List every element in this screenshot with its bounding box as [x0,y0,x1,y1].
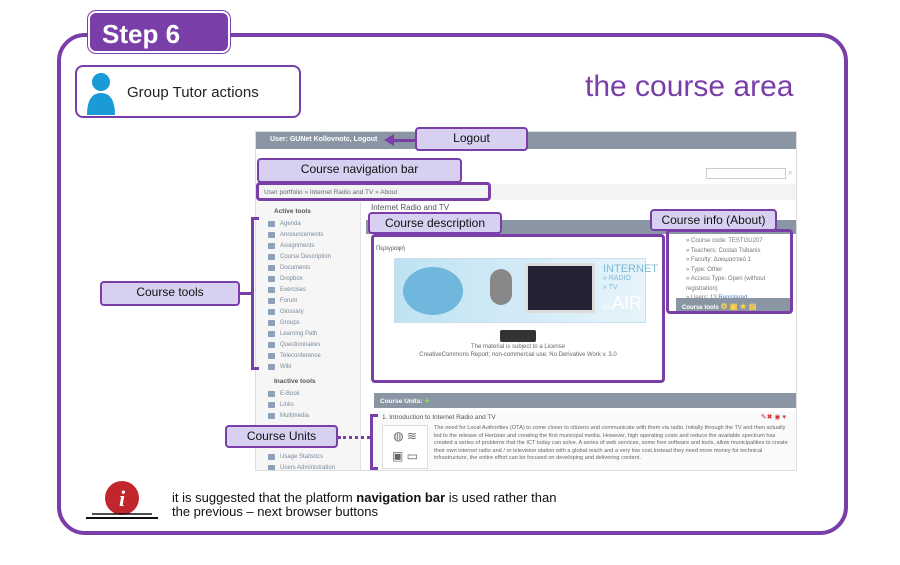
tool-icon [268,453,275,460]
sidebar-item-assignments[interactable]: Assignments [256,240,360,251]
callout-logout: Logout [415,127,528,151]
tool-icon [268,264,275,271]
sidebar-item-multimedia[interactable]: Multimedia [256,410,360,421]
callout-units: Course Units [225,425,338,448]
tool-icon [268,330,275,337]
search-icon[interactable]: ⌕ [788,168,792,178]
tip-note: it is suggested that the platform naviga… [172,490,557,519]
sidebar-item-glossary[interactable]: Glossary [256,306,360,317]
tool-icon [268,297,275,304]
sidebar-item-announcements[interactable]: Announcements [256,229,360,240]
sidebar-item-users-administration[interactable]: Users Administration [256,462,360,470]
info-icon: i [86,481,158,519]
tool-icon [268,253,275,260]
sidebar-item-documents[interactable]: Documents [256,262,360,273]
sidebar-item-dropbox[interactable]: Dropbox [256,273,360,284]
unit-media-icon: ◍ ≋ ▣ ▭ [382,425,428,469]
sidebar-item-questionnaires[interactable]: Questionnaires [256,339,360,350]
sidebar-item-groups[interactable]: Groups [256,317,360,328]
tool-icon [268,220,275,227]
callout-info: Course info (About) [650,209,777,231]
active-tools-header: Active tools [274,208,311,215]
sidebar-item-exercises[interactable]: Exercises [256,284,360,295]
tool-icon [268,390,275,397]
sidebar-item-wiki[interactable]: Wiki [256,361,360,372]
info-highlight [666,229,793,314]
svg-text:i: i [119,486,126,511]
inactive-tools-header: Inactive tools [274,378,316,385]
callout-tools: Course tools [100,281,240,306]
user-icon [87,73,115,115]
tool-icon [268,412,275,419]
sidebar-item-forum[interactable]: Forum [256,295,360,306]
tool-icon [268,308,275,315]
step-label: Step 6 [88,11,230,53]
tool-icon [268,352,275,359]
search-input[interactable] [706,168,786,179]
tools-bracket [251,217,259,370]
course-unit: 1. Introduction to Internet Radio and TV… [374,411,796,470]
slide-title: the course area [585,70,794,103]
sidebar-item-links[interactable]: Links [256,399,360,410]
course-title: Internet Radio and TV [371,203,450,212]
course-units-header: Course Units: ✚ [374,393,796,408]
logout-arrow [392,139,416,142]
tool-icon [268,231,275,238]
callout-description: Course description [368,212,502,234]
sidebar-item-e-book[interactable]: E-Book [256,388,360,399]
add-unit-icon[interactable]: ✚ [424,398,429,405]
callout-nav-bar: Course navigation bar [257,158,462,183]
nav-bar-highlight [256,182,491,201]
sidebar-item-teleconference[interactable]: Teleconference [256,350,360,361]
unit-title[interactable]: 1. Introduction to Internet Radio and TV [374,411,796,421]
tool-icon [268,401,275,408]
tool-icon [268,341,275,348]
sidebar-item-agenda[interactable]: Agenda [256,218,360,229]
tool-icon [268,363,275,370]
sidebar-item-usage-statistics[interactable]: Usage Statistics [256,451,360,462]
description-highlight [371,234,665,383]
unit-edit-delete-icons[interactable]: ✎✖ ◉ ▾ [761,413,786,421]
tool-icon [268,242,275,249]
tool-icon [268,275,275,282]
tool-icon [268,286,275,293]
sidebar-item-course-description[interactable]: Course Description [256,251,360,262]
role-label: Group Tutor actions [127,84,259,101]
unit-description: The need for Local Authorities (OTA) to … [434,425,788,461]
tool-icon [268,464,275,470]
role-box: Group Tutor actions [75,65,301,118]
tool-icon [268,319,275,326]
sidebar-item-learning-path[interactable]: Learning Path [256,328,360,339]
units-bracket [370,414,378,470]
